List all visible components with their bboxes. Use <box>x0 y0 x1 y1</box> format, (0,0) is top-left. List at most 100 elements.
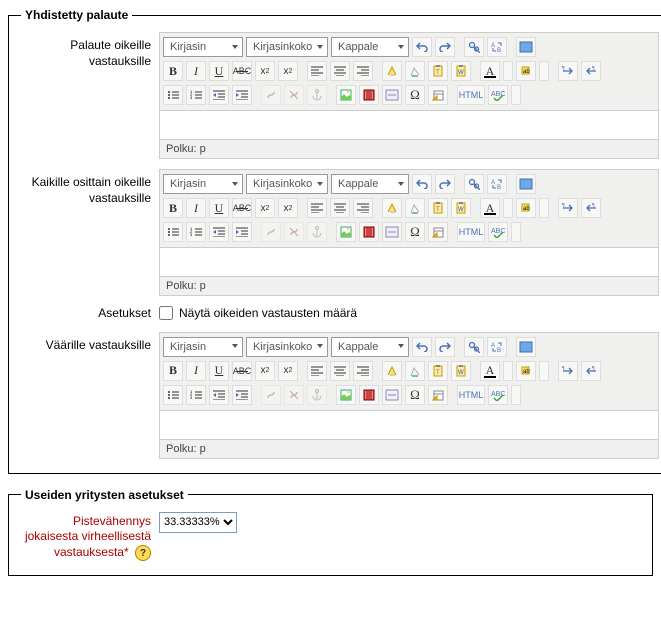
outdent-icon[interactable] <box>209 85 229 105</box>
superscript-icon[interactable]: x2 <box>278 361 298 381</box>
spellcheck-icon[interactable]: ABC <box>488 222 508 242</box>
italic-icon[interactable]: I <box>186 61 206 81</box>
find-icon[interactable] <box>464 37 484 57</box>
bullet-list-icon[interactable] <box>163 385 183 405</box>
html-icon[interactable]: HTML <box>457 85 485 105</box>
format-select[interactable]: Kappale <box>331 337 409 357</box>
undo-icon[interactable] <box>412 337 432 357</box>
align-right-icon[interactable] <box>353 361 373 381</box>
editor-content-wrong[interactable] <box>159 411 659 440</box>
italic-icon[interactable]: I <box>186 361 206 381</box>
spellcheck-drop-icon[interactable] <box>511 385 521 405</box>
bg-color-icon[interactable]: ab <box>516 61 536 81</box>
align-center-icon[interactable] <box>330 61 350 81</box>
nonbreaking-icon[interactable] <box>382 385 402 405</box>
char-icon[interactable]: Ω <box>405 85 425 105</box>
table-icon[interactable] <box>428 85 448 105</box>
help-icon[interactable]: ? <box>135 545 151 561</box>
bg-color-drop-icon[interactable] <box>539 361 549 381</box>
replace-icon[interactable]: AB <box>487 337 507 357</box>
format-select[interactable]: Kappale <box>331 174 409 194</box>
image-icon[interactable] <box>336 222 356 242</box>
bold-icon[interactable]: B <box>163 61 183 81</box>
replace-icon[interactable]: AB <box>487 174 507 194</box>
remove-format-icon[interactable] <box>405 198 425 218</box>
font-family-select[interactable]: Kirjasin <box>163 174 243 194</box>
bold-icon[interactable]: B <box>163 361 183 381</box>
subscript-icon[interactable]: x2 <box>255 361 275 381</box>
bg-color-icon[interactable]: ab <box>516 361 536 381</box>
redo-icon[interactable] <box>435 37 455 57</box>
strike-icon[interactable]: ABC <box>232 61 252 81</box>
bullet-list-icon[interactable] <box>163 222 183 242</box>
spellcheck-drop-icon[interactable] <box>511 222 521 242</box>
underline-icon[interactable]: U <box>209 361 229 381</box>
redo-icon[interactable] <box>435 337 455 357</box>
remove-format-icon[interactable] <box>405 61 425 81</box>
remove-format-icon[interactable] <box>405 361 425 381</box>
link-icon[interactable] <box>261 85 281 105</box>
strike-icon[interactable]: ABC <box>232 198 252 218</box>
link-icon[interactable] <box>261 385 281 405</box>
paste-word-icon[interactable]: W <box>451 361 471 381</box>
ltr-icon[interactable]: ¶ <box>558 61 578 81</box>
image-icon[interactable] <box>336 385 356 405</box>
align-right-icon[interactable] <box>353 61 373 81</box>
font-family-select[interactable]: Kirjasin <box>163 37 243 57</box>
image-icon[interactable] <box>336 85 356 105</box>
cleanup-icon[interactable] <box>382 198 402 218</box>
align-right-icon[interactable] <box>353 198 373 218</box>
ltr-icon[interactable]: ¶ <box>558 361 578 381</box>
bg-color-drop-icon[interactable] <box>539 61 549 81</box>
undo-icon[interactable] <box>412 37 432 57</box>
italic-icon[interactable]: I <box>186 198 206 218</box>
rtl-icon[interactable]: ¶ <box>581 61 601 81</box>
indent-icon[interactable] <box>232 222 252 242</box>
underline-icon[interactable]: U <box>209 61 229 81</box>
nonbreaking-icon[interactable] <box>382 85 402 105</box>
number-list-icon[interactable]: 123 <box>186 385 206 405</box>
font-family-select[interactable]: Kirjasin <box>163 337 243 357</box>
table-icon[interactable] <box>428 385 448 405</box>
indent-icon[interactable] <box>232 385 252 405</box>
undo-icon[interactable] <box>412 174 432 194</box>
paste-word-icon[interactable]: W <box>451 61 471 81</box>
fullscreen-icon[interactable] <box>516 174 536 194</box>
indent-icon[interactable] <box>232 85 252 105</box>
text-color-icon[interactable]: A <box>480 198 500 218</box>
anchor-icon[interactable] <box>307 222 327 242</box>
find-icon[interactable] <box>464 337 484 357</box>
spellcheck-icon[interactable]: ABC <box>488 85 508 105</box>
format-select[interactable]: Kappale <box>331 37 409 57</box>
link-icon[interactable] <box>261 222 281 242</box>
align-left-icon[interactable] <box>307 61 327 81</box>
spellcheck-icon[interactable]: ABC <box>488 385 508 405</box>
outdent-icon[interactable] <box>209 385 229 405</box>
rtl-icon[interactable]: ¶ <box>581 361 601 381</box>
align-center-icon[interactable] <box>330 361 350 381</box>
bg-color-icon[interactable]: ab <box>516 198 536 218</box>
spellcheck-drop-icon[interactable] <box>511 85 521 105</box>
text-color-drop-icon[interactable] <box>503 198 513 218</box>
text-color-drop-icon[interactable] <box>503 361 513 381</box>
html-icon[interactable]: HTML <box>457 385 485 405</box>
redo-icon[interactable] <box>435 174 455 194</box>
subscript-icon[interactable]: x2 <box>255 198 275 218</box>
table-icon[interactable] <box>428 222 448 242</box>
superscript-icon[interactable]: x2 <box>278 198 298 218</box>
char-icon[interactable]: Ω <box>405 222 425 242</box>
paste-text-icon[interactable]: T <box>428 361 448 381</box>
media-icon[interactable] <box>359 222 379 242</box>
media-icon[interactable] <box>359 385 379 405</box>
text-color-icon[interactable]: A <box>480 61 500 81</box>
ltr-icon[interactable]: ¶ <box>558 198 578 218</box>
font-size-select[interactable]: Kirjasinkoko <box>246 37 328 57</box>
fullscreen-icon[interactable] <box>516 37 536 57</box>
superscript-icon[interactable]: x2 <box>278 61 298 81</box>
fullscreen-icon[interactable] <box>516 337 536 357</box>
editor-content-correct[interactable] <box>159 111 659 140</box>
align-center-icon[interactable] <box>330 198 350 218</box>
bold-icon[interactable]: B <box>163 198 183 218</box>
outdent-icon[interactable] <box>209 222 229 242</box>
font-size-select[interactable]: Kirjasinkoko <box>246 337 328 357</box>
